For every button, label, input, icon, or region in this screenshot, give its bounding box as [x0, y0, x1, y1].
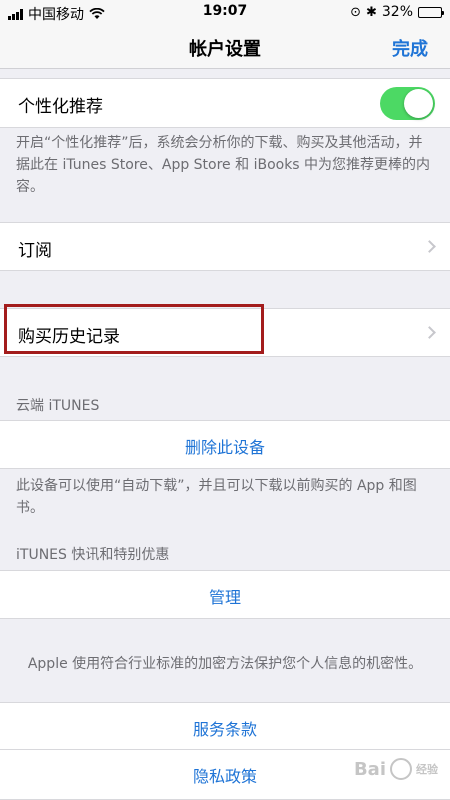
navigation-bar: 帐户设置 完成: [0, 24, 450, 69]
bluetooth-icon: ✱: [365, 4, 377, 20]
page-title: 帐户设置: [189, 39, 261, 60]
terms-button[interactable]: 服务条款: [0, 716, 450, 740]
chevron-right-icon: [423, 326, 436, 339]
personalization-toggle[interactable]: [380, 87, 435, 120]
toggle-knob: [404, 89, 433, 118]
manage-cell: 管理: [0, 570, 450, 619]
watermark-subtext: 经验: [416, 763, 438, 776]
manage-button[interactable]: 管理: [0, 584, 450, 608]
watermark: Bai 经验: [354, 758, 438, 780]
itunes-cloud-header: 云端 iTUNES: [16, 398, 100, 414]
chevron-right-icon: [423, 240, 436, 253]
battery-icon: [418, 6, 444, 18]
personalization-description: 开启“个性化推荐”后，系统会分析你的下载、购买及其他活动，并据此在 iTunes…: [16, 135, 431, 195]
remove-device-cell: 删除此设备: [0, 420, 450, 469]
itunes-news-header: iTUNES 快讯和特别优惠: [16, 547, 170, 563]
remove-device-button[interactable]: 删除此设备: [0, 434, 450, 458]
terms-cell: 服务条款: [0, 702, 450, 750]
itunes-cloud-description: 此设备可以使用“自动下载”，并且可以下载以前购买的 App 和图书。: [16, 478, 417, 516]
paw-logo-icon: [390, 758, 412, 780]
highlight-box: [4, 304, 264, 354]
orientation-lock-icon: ⊙: [350, 4, 361, 20]
watermark-text: Bai: [353, 758, 386, 780]
personalization-cell: 个性化推荐: [0, 78, 450, 128]
status-right: ⊙ ✱ 32%: [350, 4, 444, 20]
battery-percent: 32%: [381, 4, 413, 20]
subscriptions-label: 订阅: [18, 241, 52, 261]
personalization-label: 个性化推荐: [18, 97, 103, 117]
done-button[interactable]: 完成: [392, 35, 428, 61]
status-bar: 中国移动 19:07 ⊙ ✱ 32%: [0, 0, 450, 24]
privacy-description: Apple 使用符合行业标准的加密方法保护您个人信息的机密性。: [27, 656, 423, 672]
subscriptions-cell[interactable]: 订阅: [0, 222, 450, 271]
